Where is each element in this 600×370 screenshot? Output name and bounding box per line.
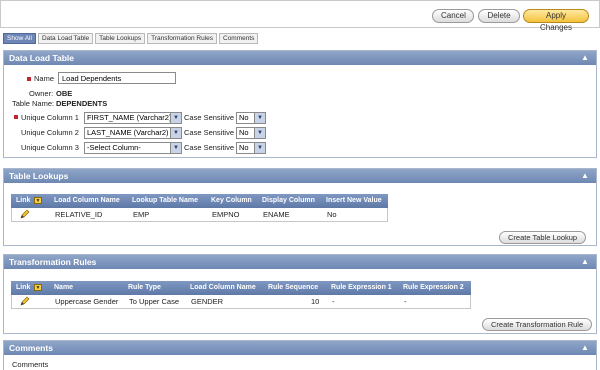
column-header[interactable]: Load Column Name (190, 281, 256, 295)
data-load-table-region: Data Load Table ▲ Name Owner: OBE Table … (3, 50, 597, 158)
owner-value: OBE (56, 89, 73, 98)
region-title: Data Load Table (4, 51, 596, 65)
unique-column-2-label: Unique Column 2 (21, 128, 79, 137)
collapse-icon[interactable]: ▲ (580, 257, 590, 267)
name-label: Name (34, 74, 55, 83)
menu-icon[interactable]: ▼ (34, 197, 42, 204)
unique-column-2-select[interactable]: LAST_NAME (Varchar2) ▼ (84, 127, 182, 139)
region-title: Transformation Rules (4, 255, 596, 269)
column-header[interactable]: Key Column (211, 194, 252, 208)
region-title: Table Lookups (4, 169, 596, 183)
create-table-lookup-button[interactable]: Create Table Lookup (499, 231, 587, 244)
chevron-down-icon: ▼ (254, 113, 265, 123)
collapse-icon[interactable]: ▲ (580, 171, 590, 181)
table-name-value: DEPENDENTS (56, 99, 108, 108)
case-sensitive-3-value: No (239, 143, 249, 152)
case-sensitive-2-value: No (239, 128, 249, 137)
case-sensitive-2-label: Case Sensitive (184, 128, 235, 137)
transformation-rules-region: Transformation Rules ▲ Link ▼ Name Rule … (3, 254, 597, 334)
column-header: Link (16, 197, 31, 204)
table-lookups-region: Table Lookups ▲ Link ▼ Load Column Name … (3, 168, 597, 246)
load-column-cell: RELATIVE_ID (55, 210, 103, 219)
table-row: RELATIVE_ID EMP EMPNO ENAME No (11, 208, 388, 222)
tab-transformation-rules[interactable]: Transformation Rules (147, 33, 217, 44)
column-header[interactable]: Lookup Table Name (132, 194, 198, 208)
edit-pencil-icon[interactable] (20, 209, 30, 219)
tab-data-load-table[interactable]: Data Load Table (37, 33, 94, 44)
column-header[interactable]: Display Column (262, 194, 315, 208)
edit-pencil-icon[interactable] (20, 296, 30, 306)
required-icon (27, 77, 31, 81)
tab-show-all[interactable]: Show All (3, 33, 36, 44)
top-button-bar: Cancel Delete Apply Changes (0, 0, 600, 32)
chevron-down-icon: ▼ (254, 128, 265, 138)
region-tabs: Show All Data Load Table Table Lookups T… (3, 33, 259, 44)
delete-button[interactable]: Delete (478, 9, 520, 23)
case-sensitive-3-select[interactable]: No ▼ (236, 142, 266, 154)
unique-column-2-value: LAST_NAME (Varchar2) (87, 128, 169, 137)
unique-column-1-select[interactable]: FIRST_NAME (Varchar2) ▼ (84, 112, 182, 124)
rule-expression-2-cell: - (404, 297, 407, 306)
comments-region: Comments ▲ Comments (3, 340, 597, 370)
case-sensitive-2-select[interactable]: No ▼ (236, 127, 266, 139)
column-header[interactable]: Rule Expression 1 (331, 281, 392, 295)
lookup-table-cell: EMP (133, 210, 150, 219)
rule-name-cell: Uppercase Gender (55, 297, 119, 306)
table-name-label: Table Name: (12, 99, 55, 108)
cancel-button[interactable]: Cancel (432, 9, 474, 23)
column-header[interactable]: Rule Type (128, 281, 161, 295)
collapse-icon[interactable]: ▲ (580, 53, 590, 63)
table-lookups-header: Link ▼ Load Column Name Lookup Table Nam… (11, 194, 388, 208)
column-header[interactable]: Rule Sequence (268, 281, 318, 295)
case-sensitive-1-select[interactable]: No ▼ (236, 112, 266, 124)
chevron-down-icon: ▼ (170, 113, 181, 123)
insert-new-value-cell: No (327, 210, 337, 219)
rule-type-cell: To Upper Case (129, 297, 180, 306)
unique-column-1-label: Unique Column 1 (21, 113, 79, 122)
chevron-down-icon: ▼ (170, 143, 181, 153)
case-sensitive-3-label: Case Sensitive (184, 143, 235, 152)
unique-column-1-value: FIRST_NAME (Varchar2) (87, 113, 172, 122)
collapse-icon[interactable]: ▲ (580, 343, 590, 353)
name-input[interactable] (58, 72, 176, 84)
case-sensitive-1-label: Case Sensitive (184, 113, 235, 122)
column-header[interactable]: Load Column Name (54, 194, 120, 208)
case-sensitive-1-value: No (239, 113, 249, 122)
region-title: Comments (4, 341, 596, 355)
comments-label: Comments (12, 360, 49, 369)
chevron-down-icon: ▼ (170, 128, 181, 138)
apply-changes-button[interactable]: Apply Changes (523, 9, 589, 32)
tab-comments[interactable]: Comments (219, 33, 259, 44)
display-column-cell: ENAME (263, 210, 290, 219)
column-header[interactable]: Insert New Value (326, 194, 382, 208)
chevron-down-icon: ▼ (254, 143, 265, 153)
rule-sequence-cell: 10 (311, 297, 320, 306)
column-header[interactable]: Rule Expression 2 (403, 281, 464, 295)
unique-column-3-select[interactable]: -Select Column- ▼ (84, 142, 182, 154)
unique-column-3-label: Unique Column 3 (21, 143, 79, 152)
column-header[interactable]: Name (54, 281, 73, 295)
owner-label: Owner: (29, 89, 54, 98)
menu-icon[interactable]: ▼ (34, 284, 42, 291)
create-transformation-rule-button[interactable]: Create Transformation Rule (482, 318, 593, 331)
table-row: Uppercase Gender To Upper Case GENDER 10… (11, 295, 471, 309)
key-column-cell: EMPNO (212, 210, 240, 219)
column-header: Link (16, 284, 31, 291)
required-icon (14, 115, 18, 119)
transformation-rules-header: Link ▼ Name Rule Type Load Column Name R… (11, 281, 471, 295)
rule-expression-1-cell: - (332, 297, 335, 306)
tab-table-lookups[interactable]: Table Lookups (95, 33, 146, 44)
load-column-cell: GENDER (191, 297, 224, 306)
unique-column-3-value: -Select Column- (87, 143, 141, 152)
